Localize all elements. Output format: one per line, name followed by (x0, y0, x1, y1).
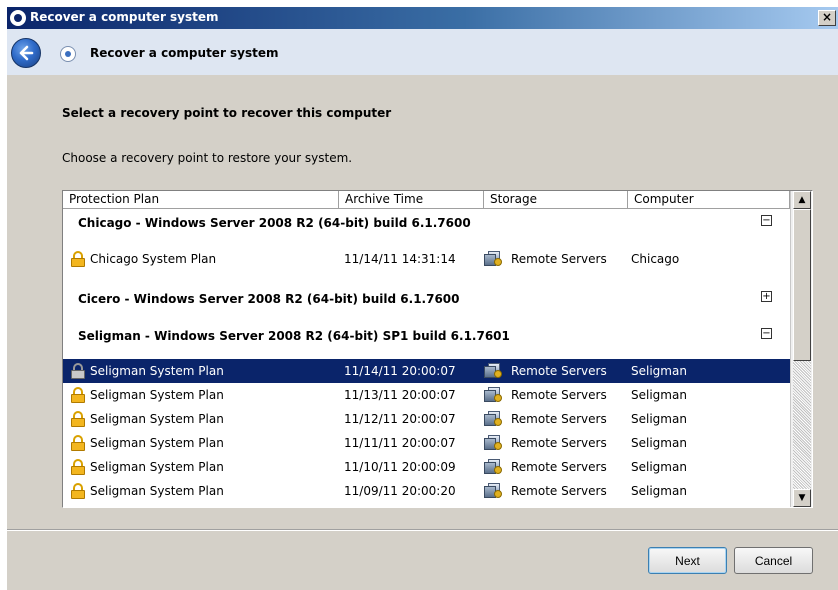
cell-plan: Seligman System Plan (90, 484, 224, 498)
scroll-thumb[interactable] (793, 209, 811, 361)
column-header-archive-time[interactable]: Archive Time (339, 191, 484, 209)
cell-computer: Seligman (631, 412, 687, 426)
group-header-seligman[interactable]: Seligman - Windows Server 2008 R2 (64-bi… (63, 322, 790, 348)
cell-time: 11/12/11 20:00:07 (344, 412, 456, 426)
column-header-computer[interactable]: Computer (628, 191, 790, 209)
remote-server-icon (482, 251, 502, 267)
cell-plan: Seligman System Plan (90, 412, 224, 426)
group-label: Seligman - Windows Server 2008 R2 (64-bi… (78, 329, 510, 343)
scroll-down-button[interactable]: ▼ (793, 489, 811, 507)
cell-storage: Remote Servers (511, 412, 607, 426)
cell-plan: Chicago System Plan (90, 252, 217, 266)
window-title: Recover a computer system (30, 10, 219, 24)
cell-storage: Remote Servers (511, 484, 607, 498)
lock-icon (71, 363, 85, 379)
footer-divider (7, 529, 838, 531)
expand-toggle[interactable]: + (761, 291, 772, 302)
cell-time: 11/11/11 20:00:07 (344, 436, 456, 450)
cell-time: 11/14/11 20:00:07 (344, 364, 456, 378)
cell-plan: Seligman System Plan (90, 460, 224, 474)
cell-plan: Seligman System Plan (90, 364, 224, 378)
group-label: Chicago - Windows Server 2008 R2 (64-bit… (78, 216, 471, 230)
cancel-button[interactable]: Cancel (734, 547, 813, 574)
back-arrow-icon (19, 45, 34, 61)
back-button[interactable] (11, 38, 41, 68)
next-button[interactable]: Next (648, 547, 727, 574)
column-header-storage[interactable]: Storage (484, 191, 628, 209)
column-header-protection-plan[interactable]: Protection Plan (63, 191, 339, 209)
recovery-points-list[interactable]: Protection Plan Archive Time Storage Com… (62, 190, 813, 508)
remote-server-icon (482, 459, 502, 475)
lock-icon (71, 435, 85, 451)
cell-time: 11/13/11 20:00:07 (344, 388, 456, 402)
cell-storage: Remote Servers (511, 364, 607, 378)
cell-plan: Seligman System Plan (90, 388, 224, 402)
scroll-up-button[interactable]: ▲ (793, 191, 811, 209)
cell-plan: Seligman System Plan (90, 436, 224, 450)
table-row[interactable]: Seligman System Plan 11/10/11 20:00:09 R… (63, 455, 790, 479)
group-header-cicero[interactable]: Cicero - Windows Server 2008 R2 (64-bit)… (63, 285, 790, 311)
cell-time: 11/09/11 20:00:20 (344, 484, 456, 498)
table-row[interactable]: Seligman System Plan 11/09/11 20:00:20 R… (63, 479, 790, 503)
cell-time: 11/14/11 14:31:14 (344, 252, 456, 266)
wizard-icon (60, 46, 76, 62)
lock-icon (71, 387, 85, 403)
table-row-selected[interactable]: Seligman System Plan 11/14/11 20:00:07 R… (63, 359, 790, 383)
cell-computer: Seligman (631, 436, 687, 450)
lock-icon (71, 459, 85, 475)
cell-time: 11/10/11 20:00:09 (344, 460, 456, 474)
cell-computer: Seligman (631, 364, 687, 378)
page-title: Recover a computer system (90, 46, 279, 60)
title-bar: Recover a computer system × (7, 7, 838, 29)
group-label: Cicero - Windows Server 2008 R2 (64-bit)… (78, 292, 460, 306)
cell-storage: Remote Servers (511, 252, 607, 266)
vertical-scrollbar[interactable]: ▲ ▼ (790, 191, 812, 507)
cell-computer: Chicago (631, 252, 680, 266)
cell-computer: Seligman (631, 460, 687, 474)
close-button[interactable]: × (818, 10, 836, 26)
remote-server-icon (482, 411, 502, 427)
table-row[interactable]: Chicago System Plan 11/14/11 14:31:14 Re… (63, 247, 790, 271)
cell-storage: Remote Servers (511, 388, 607, 402)
cell-storage: Remote Servers (511, 436, 607, 450)
scroll-track[interactable] (793, 361, 811, 489)
collapse-toggle[interactable]: − (761, 328, 772, 339)
cell-storage: Remote Servers (511, 460, 607, 474)
lock-icon (71, 251, 85, 267)
group-header-chicago[interactable]: Chicago - Windows Server 2008 R2 (64-bit… (63, 209, 790, 235)
remote-server-icon (482, 435, 502, 451)
table-row[interactable]: Seligman System Plan 11/11/11 20:00:07 R… (63, 431, 790, 455)
lock-icon (71, 483, 85, 499)
remote-server-icon (482, 363, 502, 379)
cell-computer: Seligman (631, 388, 687, 402)
remote-server-icon (482, 387, 502, 403)
cell-computer: Seligman (631, 484, 687, 498)
recovery-icon (10, 10, 26, 26)
instruction-text: Choose a recovery point to restore your … (62, 151, 353, 165)
table-row[interactable]: Seligman System Plan 11/13/11 20:00:07 R… (63, 383, 790, 407)
collapse-toggle[interactable]: − (761, 215, 772, 226)
lock-icon (71, 411, 85, 427)
table-row[interactable]: Seligman System Plan 11/12/11 20:00:07 R… (63, 407, 790, 431)
recover-window: Recover a computer system × Recover a co… (7, 7, 838, 590)
wizard-header: Recover a computer system (7, 29, 838, 75)
remote-server-icon (482, 483, 502, 499)
section-heading: Select a recovery point to recover this … (62, 106, 392, 120)
